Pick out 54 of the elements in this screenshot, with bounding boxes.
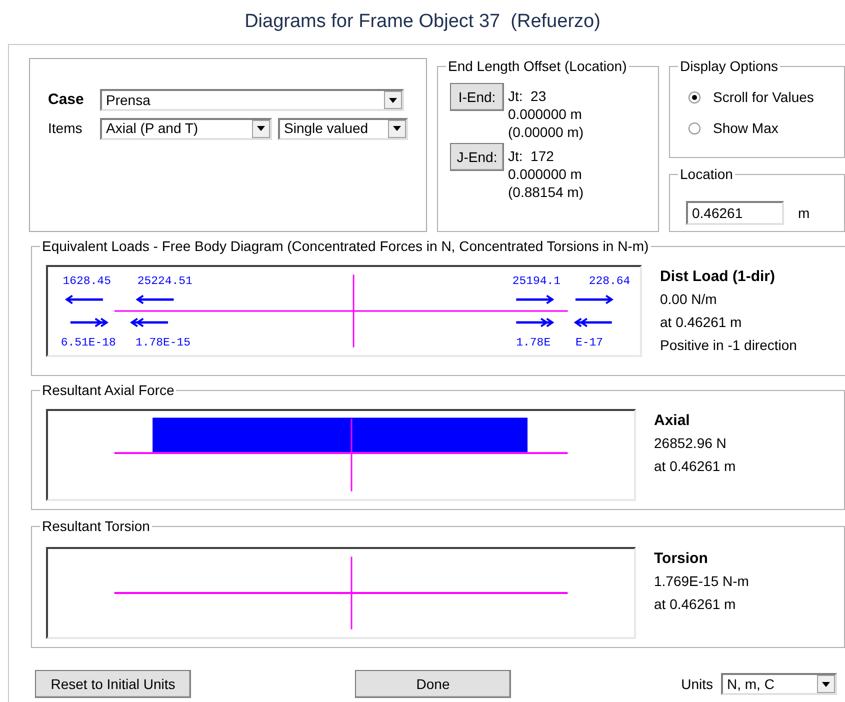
double-arrow-icon	[516, 318, 554, 328]
torsion-label: 1.78E	[516, 336, 551, 350]
force-label: 228.64	[588, 275, 630, 288]
info-heading: Axial	[654, 411, 691, 431]
radio-option[interactable]: Scroll for Values	[688, 87, 844, 108]
info-text: at 0.46261 m	[660, 313, 743, 332]
mode-dropdown[interactable]: Single valued	[278, 118, 408, 140]
unit-text: m	[798, 204, 810, 222]
info-text: Positive in -1 direction	[660, 336, 797, 355]
torsion-label: 6.51E-18	[60, 336, 116, 350]
arrow-icon	[64, 294, 103, 304]
units-label: Units	[681, 674, 713, 694]
double-arrow-icon	[130, 318, 168, 328]
radio-option[interactable]: Show Max	[688, 118, 844, 139]
info-text: 26852.96 N	[654, 434, 728, 453]
end-button[interactable]: I-End:	[450, 83, 504, 111]
offset-text: 0.000000 m	[508, 105, 583, 123]
location-field[interactable]: 0.46261	[686, 201, 784, 225]
double-arrow-icon	[70, 318, 109, 328]
dropdown-arrow-icon	[389, 98, 397, 103]
info-text: 1.769E-15 N-m	[654, 572, 749, 591]
radio-button[interactable]	[688, 91, 701, 104]
radio-button[interactable]	[688, 122, 701, 135]
info-text: at 0.46261 m	[654, 595, 737, 614]
double-arrow-icon	[574, 318, 612, 328]
force-label: 25194.1	[512, 275, 561, 288]
location-text: (0.00000 m)	[508, 123, 584, 141]
info-heading: Torsion	[654, 549, 709, 569]
dropdown-arrow-icon	[393, 126, 401, 131]
case-label: Case	[48, 90, 85, 110]
joint-text: Jt: 172	[508, 147, 555, 165]
dropdown-arrow-icon	[257, 126, 265, 131]
info-text: 0.00 N/m	[660, 290, 718, 309]
arrow-icon	[516, 294, 554, 304]
arrow-icon	[575, 294, 614, 304]
arrow-icon	[136, 294, 174, 304]
joint-text: Jt: 23	[508, 87, 548, 105]
info-text: at 0.46261 m	[654, 457, 736, 476]
reset-units-button[interactable]: Reset to Initial Units	[35, 670, 191, 698]
items-label: Items	[48, 119, 84, 138]
case-dropdown[interactable]: Prensa	[100, 89, 404, 112]
force-label: 1628.45	[62, 275, 111, 288]
units-dropdown[interactable]: N, m, C	[721, 673, 837, 695]
dropdown-arrow-icon	[822, 682, 830, 686]
torsion-label: 1.78E-15	[135, 336, 191, 350]
info-heading: Dist Load (1-dir)	[660, 267, 776, 287]
items-dropdown[interactable]: Axial (P and T)	[100, 118, 272, 140]
end-button[interactable]: J-End:	[450, 143, 504, 171]
done-button[interactable]: Done	[355, 670, 511, 698]
force-label: 25224.51	[137, 275, 192, 288]
window-title: Diagrams for Frame Object 37 (Refuerzo)	[244, 10, 600, 34]
torsion-label: E-17	[575, 336, 603, 350]
location-text: (0.88154 m)	[508, 183, 584, 201]
offset-text: 0.000000 m	[508, 165, 583, 183]
